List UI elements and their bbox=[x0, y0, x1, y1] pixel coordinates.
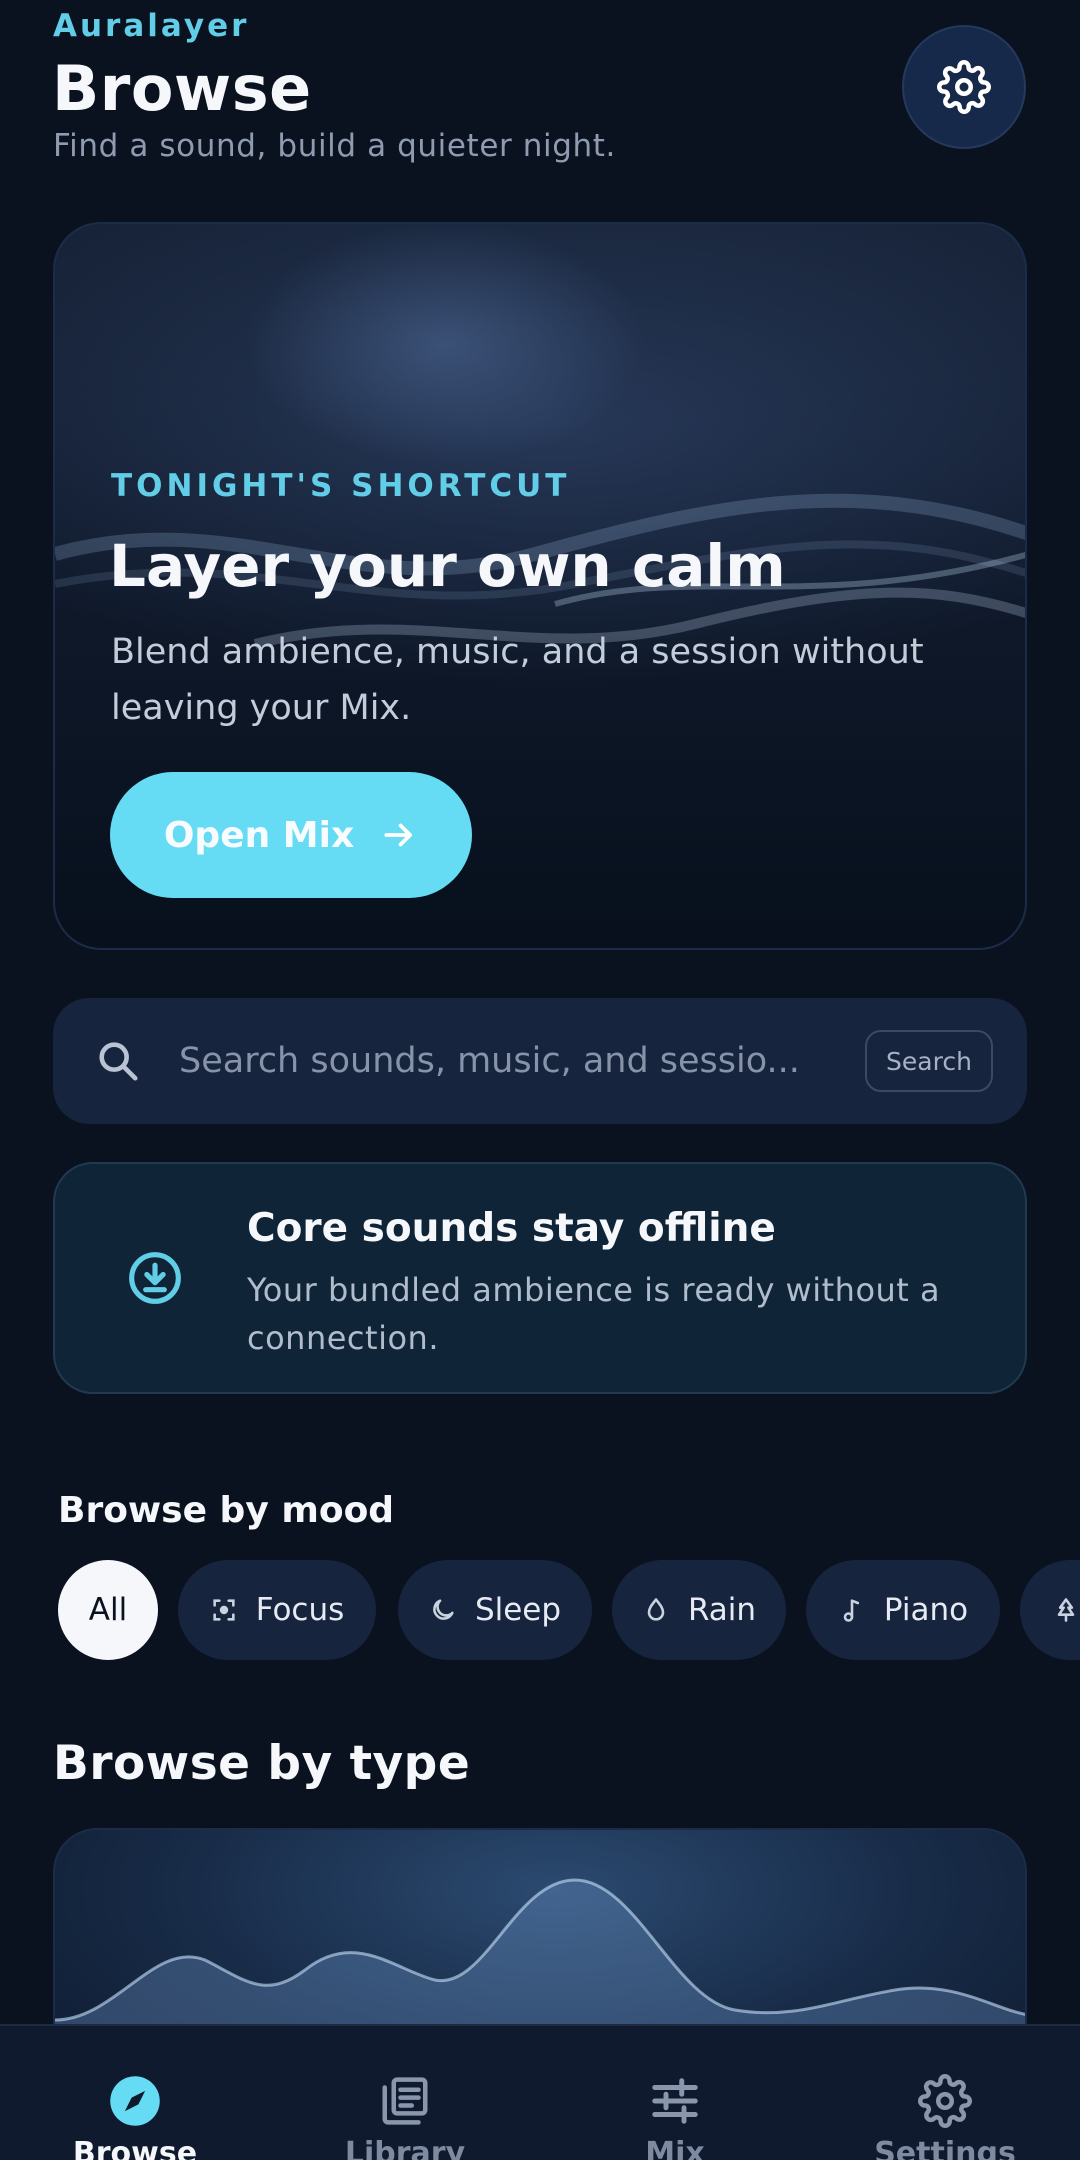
chip-all[interactable]: All bbox=[58, 1560, 158, 1660]
search-bar: Search bbox=[53, 998, 1027, 1124]
gear-icon bbox=[918, 2074, 972, 2128]
hero-body: Blend ambience, music, and a session wit… bbox=[111, 632, 924, 728]
search-button[interactable]: Search bbox=[865, 1030, 993, 1092]
nav-settings[interactable]: Settings bbox=[845, 2026, 1045, 2160]
app-brand: Auralayer bbox=[53, 8, 250, 44]
library-icon bbox=[382, 2077, 428, 2125]
chip-nature[interactable] bbox=[1020, 1560, 1080, 1660]
chip-rain[interactable]: Rain bbox=[612, 1560, 786, 1660]
chip-label: Focus bbox=[255, 1592, 345, 1628]
offline-title: Core sounds stay offline bbox=[247, 1206, 776, 1251]
nav-label: Mix bbox=[645, 2136, 705, 2160]
focus-icon bbox=[213, 1599, 235, 1621]
arrow-right-icon bbox=[384, 823, 413, 847]
search-icon bbox=[99, 1042, 138, 1081]
music-note-icon bbox=[843, 1599, 859, 1622]
chip-label: Sleep bbox=[474, 1592, 562, 1628]
page-title: Browse bbox=[52, 52, 312, 125]
hero-card: TONIGHT'S SHORTCUT Layer your own calm B… bbox=[53, 222, 1027, 950]
chip-sleep[interactable]: Sleep bbox=[398, 1560, 592, 1660]
type-section-title: Browse by type bbox=[53, 1736, 471, 1791]
page-subtitle: Find a sound, build a quieter night. bbox=[53, 128, 616, 164]
chip-label: Piano bbox=[883, 1592, 969, 1628]
chip-piano[interactable]: Piano bbox=[806, 1560, 1000, 1660]
chip-label: Rain bbox=[687, 1592, 757, 1628]
tree-icon bbox=[1057, 1598, 1075, 1622]
nav-label: Settings bbox=[874, 2136, 1016, 2160]
gear-icon bbox=[937, 60, 991, 114]
bottom-nav: Browse Library Mix Settings bbox=[0, 2024, 1080, 2160]
nav-mix[interactable]: Mix bbox=[575, 2026, 775, 2160]
settings-button[interactable] bbox=[902, 25, 1026, 149]
hero-title: Layer your own calm bbox=[109, 532, 786, 600]
hero-kicker: TONIGHT'S SHORTCUT bbox=[111, 468, 571, 504]
chip-label: All bbox=[88, 1592, 128, 1628]
offline-card: Core sounds stay offline Your bundled am… bbox=[53, 1162, 1027, 1394]
download-circle-icon bbox=[129, 1252, 181, 1304]
open-mix-label: Open Mix bbox=[163, 814, 355, 856]
search-input[interactable] bbox=[179, 1028, 859, 1094]
open-mix-button[interactable]: Open Mix bbox=[110, 772, 472, 898]
chip-focus[interactable]: Focus bbox=[178, 1560, 376, 1660]
droplet-icon bbox=[647, 1598, 665, 1621]
moon-icon bbox=[433, 1599, 454, 1620]
compass-icon bbox=[110, 2076, 160, 2126]
nav-label: Browse bbox=[72, 2136, 198, 2160]
sliders-icon bbox=[652, 2078, 698, 2124]
mood-chip-row: All Focus Sleep Rain Piano bbox=[58, 1560, 1080, 1660]
nav-library[interactable]: Library bbox=[305, 2026, 505, 2160]
mood-section-title: Browse by mood bbox=[58, 1490, 395, 1531]
offline-body: Your bundled ambience is ready without a… bbox=[247, 1271, 941, 1357]
nav-label: Library bbox=[344, 2136, 466, 2160]
nav-browse[interactable]: Browse bbox=[35, 2026, 235, 2160]
